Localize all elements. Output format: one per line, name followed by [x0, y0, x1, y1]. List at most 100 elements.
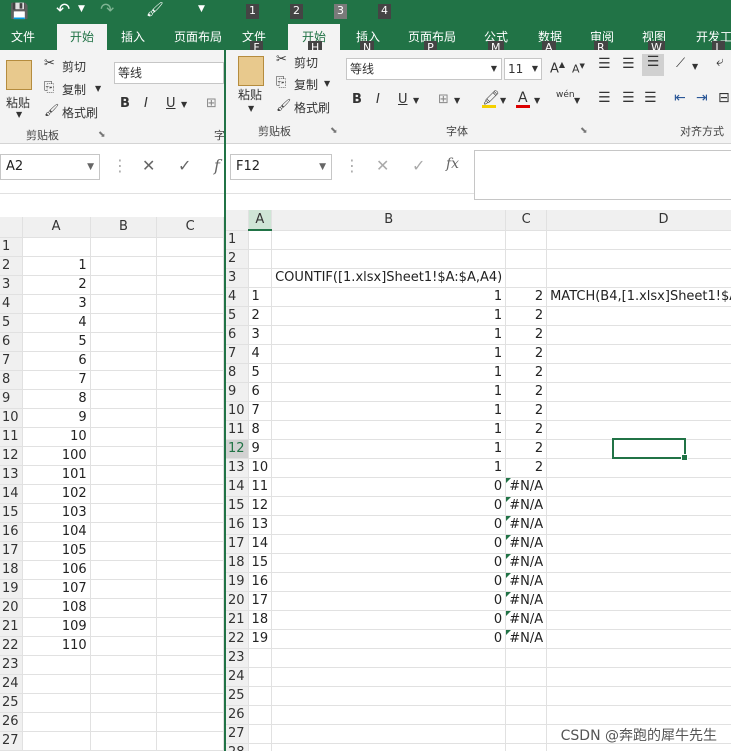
cell-a[interactable]: 18	[248, 610, 273, 630]
cut-button[interactable]: 剪切	[62, 58, 86, 75]
cell-c[interactable]	[505, 648, 548, 668]
cell-a[interactable]: 17	[248, 591, 273, 611]
cell-b[interactable]: 0	[271, 477, 507, 497]
cell-a[interactable]	[22, 237, 91, 257]
enter-icon[interactable]: ✓	[178, 156, 191, 175]
cell-b[interactable]	[90, 503, 158, 523]
cell-c[interactable]	[156, 655, 224, 675]
cell-b[interactable]: 1	[271, 401, 507, 421]
cell-c[interactable]	[505, 249, 548, 269]
row-header[interactable]: 23	[0, 655, 23, 675]
clipboard-dialog-launcher-icon[interactable]: ⬊	[330, 126, 338, 136]
error-indicator-icon[interactable]	[506, 534, 512, 540]
cell-c[interactable]	[156, 351, 224, 371]
row-header[interactable]: 1	[0, 237, 23, 257]
cell-a[interactable]	[248, 743, 273, 751]
cell-a[interactable]	[248, 724, 273, 744]
cell-b[interactable]	[90, 275, 158, 295]
cell-a[interactable]: 7	[248, 401, 273, 421]
row-header[interactable]: 4	[0, 294, 23, 314]
cell-b[interactable]	[271, 648, 507, 668]
cell-b[interactable]	[90, 560, 158, 580]
row-header[interactable]: 11	[226, 420, 249, 440]
cell-c[interactable]	[505, 667, 548, 687]
redo-icon[interactable]: ↷	[100, 0, 114, 20]
cell-d[interactable]	[546, 344, 731, 364]
border-icon[interactable]: ⊞	[438, 92, 449, 107]
font-color-icon[interactable]: A	[518, 90, 528, 106]
row-header[interactable]: 20	[226, 591, 249, 611]
cell-a[interactable]	[248, 686, 273, 706]
cancel-icon[interactable]: ✕	[142, 156, 155, 175]
cell-a[interactable]: 9	[248, 439, 273, 459]
cell-a[interactable]	[248, 268, 273, 288]
cell-b[interactable]	[90, 636, 158, 656]
cell-c[interactable]	[156, 560, 224, 580]
italic-button[interactable]: I	[376, 92, 380, 107]
cell-c[interactable]: #N/A	[505, 534, 548, 554]
enter-icon[interactable]: ✓	[412, 156, 425, 175]
insert-function-icon[interactable]: fx	[446, 156, 459, 172]
cell-b[interactable]	[90, 294, 158, 314]
cell-b[interactable]: 1	[271, 287, 507, 307]
cell-c[interactable]: 2	[505, 325, 548, 345]
cell-c[interactable]: 2	[505, 306, 548, 326]
row-header[interactable]: 8	[0, 370, 23, 390]
cell-b[interactable]	[90, 598, 158, 618]
cell-b[interactable]: 1	[271, 382, 507, 402]
column-header[interactable]: A	[22, 217, 91, 238]
cell-c[interactable]	[156, 674, 224, 694]
cell-a[interactable]: 7	[22, 370, 91, 390]
cell-d[interactable]	[546, 306, 731, 326]
cell-c[interactable]	[505, 724, 548, 744]
cell-d[interactable]	[546, 439, 731, 459]
cell-c[interactable]	[156, 579, 224, 599]
column-header[interactable]: C	[156, 217, 224, 238]
paste-icon[interactable]	[6, 60, 32, 90]
cell-c[interactable]	[156, 313, 224, 333]
paste-label[interactable]: 粘贴	[6, 94, 30, 111]
cell-c[interactable]: #N/A	[505, 629, 548, 649]
column-header[interactable]: D	[546, 210, 731, 231]
row-header[interactable]: 3	[0, 275, 23, 295]
paste-label[interactable]: 粘贴	[238, 86, 262, 103]
select-all-corner[interactable]	[226, 210, 249, 231]
cell-b[interactable]	[90, 313, 158, 333]
error-indicator-icon[interactable]	[506, 477, 512, 483]
error-indicator-icon[interactable]	[506, 515, 512, 521]
cell-a[interactable]: 6	[22, 351, 91, 371]
cell-a[interactable]: 9	[22, 408, 91, 428]
row-header[interactable]: 5	[0, 313, 23, 333]
copy-dropdown-icon[interactable]: ▼	[95, 84, 101, 93]
cell-a[interactable]	[248, 249, 273, 269]
cut-button[interactable]: 剪切	[294, 54, 318, 71]
cell-a[interactable]	[22, 655, 91, 675]
cell-b[interactable]: 1	[271, 458, 507, 478]
font-name-box[interactable]: 等线	[114, 62, 224, 84]
column-header[interactable]: B	[90, 217, 158, 238]
cell-c[interactable]	[156, 541, 224, 561]
cell-b[interactable]	[90, 427, 158, 447]
row-header[interactable]: 3	[226, 268, 249, 288]
cell-a[interactable]: 4	[22, 313, 91, 333]
row-header[interactable]: 23	[226, 648, 249, 668]
align-middle-icon[interactable]: ☰	[622, 56, 635, 72]
wrap-text-icon[interactable]: ⤶	[716, 54, 724, 70]
underline-dropdown-icon[interactable]: ▼	[181, 100, 187, 109]
cell-a[interactable]	[22, 731, 91, 751]
qat-customize-icon[interactable]: ▼	[198, 4, 205, 14]
cell-a[interactable]: 108	[22, 598, 91, 618]
row-header[interactable]: 21	[0, 617, 23, 637]
cell-c[interactable]	[156, 446, 224, 466]
row-header[interactable]: 2	[0, 256, 23, 276]
row-header[interactable]: 4	[226, 287, 249, 307]
row-header[interactable]: 21	[226, 610, 249, 630]
italic-button[interactable]: I	[144, 96, 148, 111]
cell-b[interactable]	[271, 724, 507, 744]
cell-a[interactable]: 109	[22, 617, 91, 637]
cell-c[interactable]	[156, 294, 224, 314]
insert-function-icon[interactable]: f	[214, 156, 220, 175]
cell-c[interactable]	[156, 731, 224, 751]
column-header[interactable]: A	[248, 210, 273, 231]
cell-c[interactable]: #N/A	[505, 496, 548, 516]
